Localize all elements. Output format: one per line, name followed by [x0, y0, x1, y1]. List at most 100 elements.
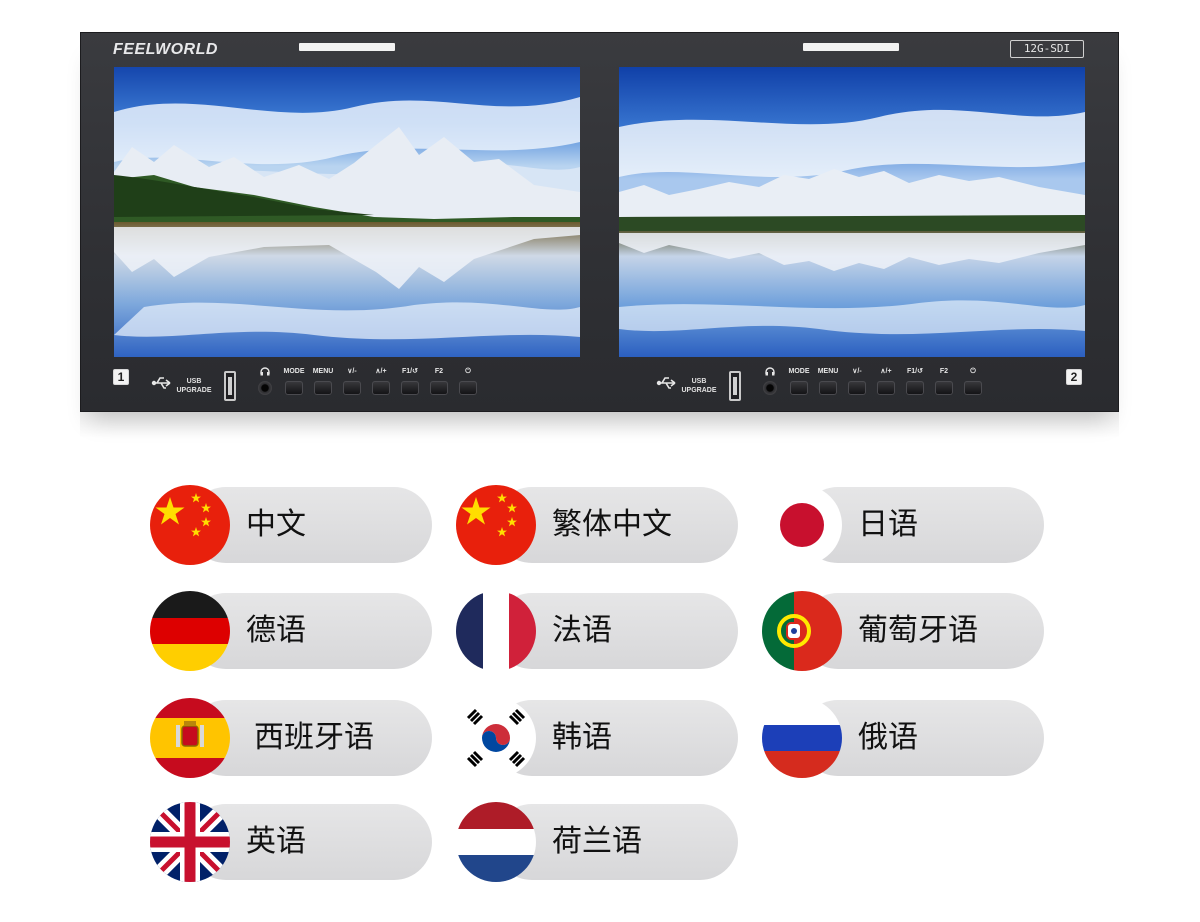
language-item-japanese: 日语 [762, 485, 1044, 565]
russia-flag-icon [762, 698, 842, 778]
usb-label-line1: USB [186, 378, 202, 385]
mode-label: MODE [788, 368, 810, 375]
control-panel-right: USB UPGRADE MODE MENU ∨/- ∧/+ F1/↺ F2 ⏻ [656, 367, 986, 401]
uk-flag-icon [150, 802, 230, 882]
down-minus-key[interactable] [848, 381, 866, 395]
language-item-dutch: 荷兰语 [456, 802, 738, 882]
power-icon: ⏻ [970, 368, 976, 375]
menu-button[interactable]: MENU [309, 367, 337, 395]
usb-icon [656, 377, 676, 389]
menu-button[interactable]: MENU [814, 367, 842, 395]
channel-1-badge: 1 [113, 369, 129, 385]
down-minus-key[interactable] [343, 381, 361, 395]
usb-icon [151, 377, 171, 389]
language-label: 德语 [246, 613, 306, 648]
monitor-reflection [80, 412, 1119, 438]
language-label: 中文 [246, 507, 306, 542]
language-item-french: 法语 [456, 591, 738, 671]
mode-button[interactable]: MODE [785, 367, 813, 395]
f1-back-label: F1/↺ [402, 368, 418, 375]
brand-logo: FEELWORLD [113, 41, 218, 58]
menu-key[interactable] [819, 381, 837, 395]
f1-back-label: F1/↺ [907, 368, 923, 375]
f1-back-button[interactable]: F1/↺ [396, 367, 424, 395]
usb-label-line1: USB [691, 378, 707, 385]
portugal-flag-icon [762, 591, 842, 671]
dual-monitor-product: FEELWORLD 12G-SDI 1 2 USB UPGRADE MODE M… [80, 32, 1119, 412]
tally-light-right [803, 43, 899, 51]
korea-flag-icon [456, 698, 536, 778]
power-button[interactable]: ⏻ [454, 367, 482, 395]
language-item-portuguese: 葡萄牙语 [762, 591, 1044, 671]
up-plus-label: ∧/+ [375, 368, 387, 375]
mountain-lake-image [619, 67, 1085, 357]
menu-label: MENU [817, 368, 839, 375]
channel-2-badge: 2 [1066, 369, 1082, 385]
down-minus-label: ∨/- [347, 368, 357, 375]
language-item-korean: 韩语 [456, 698, 738, 778]
headphone-control [756, 367, 784, 379]
language-item-traditional-chinese: 繁体中文 [456, 485, 738, 565]
language-label: 荷兰语 [552, 824, 642, 859]
power-button[interactable]: ⏻ [959, 367, 987, 395]
language-item-russian: 俄语 [762, 698, 1044, 778]
headphone-jack [763, 381, 777, 395]
language-item-chinese: 中文 [150, 485, 432, 565]
f1-back-key[interactable] [906, 381, 924, 395]
power-key[interactable] [964, 381, 982, 395]
power-key[interactable] [459, 381, 477, 395]
language-label: 俄语 [858, 720, 918, 755]
screen-left [114, 67, 580, 357]
up-plus-label: ∧/+ [880, 368, 892, 375]
f2-button[interactable]: F2 [425, 367, 453, 395]
headphone-jack [258, 381, 272, 395]
down-minus-button[interactable]: ∨/- [338, 367, 366, 395]
usb-upgrade-label: USB UPGRADE [173, 377, 215, 395]
usb-port [224, 371, 236, 401]
language-label: 葡萄牙语 [858, 613, 978, 648]
language-label: 繁体中文 [552, 507, 672, 542]
control-panel-left: USB UPGRADE MODE MENU ∨/- ∧/+ F1/↺ F2 ⏻ [151, 367, 481, 401]
power-icon: ⏻ [465, 368, 471, 375]
mode-key[interactable] [790, 381, 808, 395]
language-label: 韩语 [552, 720, 612, 755]
mode-label: MODE [283, 368, 305, 375]
usb-port [729, 371, 741, 401]
f2-label: F2 [434, 368, 444, 375]
screen-right [619, 67, 1085, 357]
menu-label: MENU [312, 368, 334, 375]
language-label: 英语 [246, 824, 306, 859]
mountain-lake-image [114, 67, 580, 357]
usb-label-line2: UPGRADE [176, 387, 212, 394]
f2-label: F2 [939, 368, 949, 375]
language-item-german: 德语 [150, 591, 432, 671]
menu-key[interactable] [314, 381, 332, 395]
f1-back-button[interactable]: F1/↺ [901, 367, 929, 395]
up-plus-key[interactable] [372, 381, 390, 395]
f2-key[interactable] [935, 381, 953, 395]
china-flag-icon [456, 485, 536, 565]
germany-flag-icon [150, 591, 230, 671]
f1-back-key[interactable] [401, 381, 419, 395]
usb-upgrade-label: USB UPGRADE [678, 377, 720, 395]
france-flag-icon [456, 591, 536, 671]
mode-button[interactable]: MODE [280, 367, 308, 395]
up-plus-key[interactable] [877, 381, 895, 395]
usb-label-line2: UPGRADE [681, 387, 717, 394]
language-item-spanish: 西班牙语 [150, 698, 432, 778]
f2-key[interactable] [430, 381, 448, 395]
signal-badge: 12G-SDI [1010, 40, 1084, 58]
down-minus-button[interactable]: ∨/- [843, 367, 871, 395]
mode-key[interactable] [285, 381, 303, 395]
language-label: 西班牙语 [254, 720, 374, 755]
spain-flag-icon [150, 698, 230, 778]
japan-flag-icon [762, 485, 842, 565]
netherlands-flag-icon [456, 802, 536, 882]
tally-light-left [299, 43, 395, 51]
language-label: 法语 [552, 613, 612, 648]
headphone-icon [251, 367, 279, 379]
china-flag-icon [150, 485, 230, 565]
f2-button[interactable]: F2 [930, 367, 958, 395]
up-plus-button[interactable]: ∧/+ [367, 367, 395, 395]
up-plus-button[interactable]: ∧/+ [872, 367, 900, 395]
